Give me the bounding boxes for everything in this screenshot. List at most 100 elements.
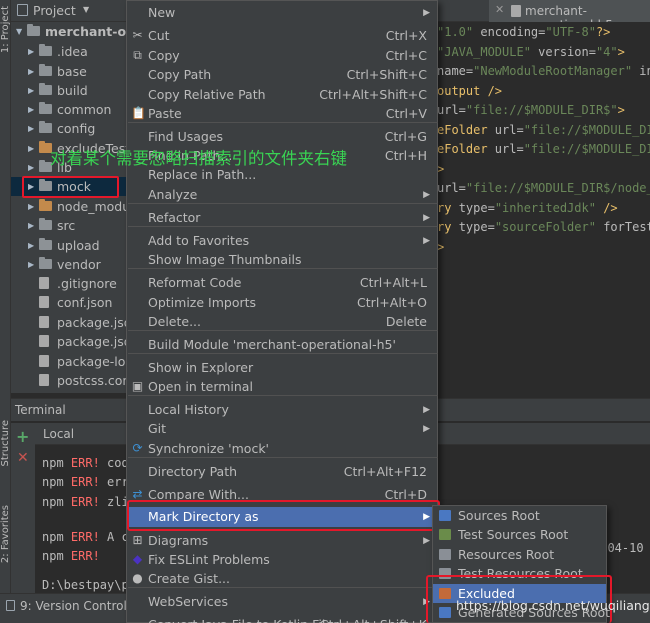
menu-item-new[interactable]: New ▶ bbox=[127, 3, 437, 23]
tree-row[interactable]: ▶ common bbox=[11, 100, 127, 119]
chevron-right-icon[interactable]: ▶ bbox=[28, 81, 34, 100]
tree-row-label: build bbox=[57, 83, 88, 98]
tree-row[interactable]: package.json bbox=[11, 332, 127, 351]
terminal-token: npm bbox=[42, 475, 71, 489]
menu-item-shortcut: Ctrl+Alt+Shift+K bbox=[320, 615, 427, 623]
code-line: > bbox=[437, 239, 444, 255]
code-token: "NewModuleRootManager" bbox=[473, 64, 633, 78]
menu-item-show-image-thumbnails[interactable]: Show Image Thumbnails bbox=[127, 250, 437, 270]
tree-row[interactable]: ▶ upload bbox=[11, 236, 127, 255]
chevron-right-icon[interactable]: ▶ bbox=[28, 62, 34, 81]
menu-item-label: Copy Path bbox=[148, 67, 212, 82]
terminal-icon: ▣ bbox=[131, 379, 144, 393]
menu-item-create-gist[interactable]: ● Create Gist... bbox=[127, 569, 437, 589]
menu-item-delete[interactable]: Delete... Delete bbox=[127, 312, 437, 332]
chevron-right-icon[interactable]: ▶ bbox=[28, 158, 34, 177]
menu-item-copy-path[interactable]: Copy Path Ctrl+Shift+C bbox=[127, 65, 437, 85]
submenu-item-resources-root[interactable]: Resources Root bbox=[433, 545, 606, 564]
chevron-right-icon[interactable]: ▶ bbox=[28, 255, 34, 274]
version-control-tab[interactable]: 9: Version Control bbox=[20, 599, 127, 613]
menu-item-copy-relative-path[interactable]: Copy Relative Path Ctrl+Alt+Shift+C bbox=[127, 85, 437, 105]
menu-item-copy[interactable]: ⧉ Copy Ctrl+C bbox=[127, 46, 437, 66]
menu-item-analyze[interactable]: Analyze ▶ bbox=[127, 185, 437, 205]
terminal-token: npm bbox=[42, 549, 71, 563]
terminal-line: D:\bestpay\pr bbox=[42, 578, 136, 592]
tree-row-label: postcss.config.js bbox=[57, 373, 127, 388]
menu-item-build-module-merchant-operational-h5[interactable]: Build Module 'merchant-operational-h5' bbox=[127, 335, 437, 355]
menu-item-label: Find Usages bbox=[148, 129, 224, 144]
chevron-down-icon[interactable]: ▼ bbox=[83, 5, 89, 14]
sync-icon: ⟳ bbox=[132, 441, 143, 455]
menu-item-directory-path[interactable]: Directory Path Ctrl+Alt+F12 bbox=[127, 462, 437, 482]
chevron-right-icon[interactable]: ▶ bbox=[28, 119, 34, 138]
tree-row[interactable]: ▶ config bbox=[11, 119, 127, 138]
code-token: ry bbox=[437, 200, 459, 215]
menu-item-local-history[interactable]: Local History ▶ bbox=[127, 400, 437, 420]
chevron-right-icon[interactable]: ▶ bbox=[28, 139, 34, 158]
file-icon bbox=[39, 374, 49, 386]
tree-row[interactable]: ▶ build bbox=[11, 81, 127, 100]
editor-tab[interactable]: ✕ merchant-operational-h5 bbox=[489, 0, 650, 32]
code-line: url="file://$MODULE_DIR$"> bbox=[437, 102, 625, 118]
menu-item-label: Optimize Imports bbox=[148, 295, 257, 310]
structure-tool-tab[interactable]: Structure bbox=[0, 420, 11, 467]
submenu-item-test-sources-root[interactable]: Test Sources Root bbox=[433, 525, 606, 544]
folder-icon bbox=[39, 83, 52, 95]
favorites-tool-tab[interactable]: 2: Favorites bbox=[0, 505, 11, 563]
tree-row[interactable]: ▼ merchant-operational-h5 bbox=[11, 22, 127, 41]
menu-item-synchronize-mock[interactable]: ⟳ Synchronize 'mock' bbox=[127, 439, 437, 459]
tree-row-label: package.json bbox=[57, 334, 127, 349]
menu-item-show-in-explorer[interactable]: Show in Explorer bbox=[127, 358, 437, 378]
close-icon[interactable]: ✕ bbox=[17, 450, 29, 466]
chevron-right-icon[interactable]: ▶ bbox=[28, 236, 34, 255]
code-token: url= bbox=[437, 181, 466, 195]
chevron-right-icon[interactable]: ▶ bbox=[28, 197, 34, 216]
close-icon[interactable]: ✕ bbox=[495, 3, 504, 16]
chevron-right-icon[interactable]: ▶ bbox=[28, 216, 34, 235]
menu-item-find-usages[interactable]: Find Usages Ctrl+G bbox=[127, 127, 437, 147]
submenu-item-sources-root[interactable]: Sources Root bbox=[433, 506, 606, 525]
menu-item-cut[interactable]: ✂ Cut Ctrl+X bbox=[127, 26, 437, 46]
file-icon bbox=[39, 316, 49, 328]
file-icon bbox=[511, 5, 521, 17]
scissors-icon: ✂ bbox=[132, 28, 143, 42]
chevron-right-icon[interactable]: ▶ bbox=[28, 42, 34, 61]
tree-row[interactable]: ▶ base bbox=[11, 62, 127, 81]
menu-item-open-in-terminal[interactable]: ▣ Open in terminal bbox=[127, 377, 437, 397]
tree-row[interactable]: postcss.config.js bbox=[11, 371, 127, 390]
menu-item-add-to-favorites[interactable]: Add to Favorites ▶ bbox=[127, 231, 437, 251]
menu-item-diagrams[interactable]: ⊞ Diagrams ▶ bbox=[127, 531, 437, 551]
tree-row-label: package-lock.json bbox=[57, 354, 127, 369]
code-token: "file://$MODULE_DIR$/node_mod bbox=[465, 181, 650, 195]
menu-item-paste[interactable]: 📋 Paste Ctrl+V bbox=[127, 104, 437, 124]
terminal-tab-local[interactable]: Local bbox=[43, 427, 74, 441]
code-line: ry type="sourceFolder" forTests= bbox=[437, 219, 650, 235]
tree-row[interactable]: ▶ src bbox=[11, 216, 127, 235]
tree-row-label: common bbox=[57, 102, 112, 117]
menu-item-fix-eslint-problems[interactable]: ◆ Fix ESLint Problems bbox=[127, 550, 437, 570]
menu-item-reformat-code[interactable]: Reformat Code Ctrl+Alt+L bbox=[127, 273, 437, 293]
tree-row[interactable]: package-lock.json bbox=[11, 352, 127, 371]
code-line: "JAVA_MODULE" version="4"> bbox=[437, 44, 625, 60]
code-token: name= bbox=[437, 64, 474, 78]
tree-row[interactable]: .gitignore bbox=[11, 274, 127, 293]
menu-item-webservices[interactable]: WebServices ▶ bbox=[127, 592, 437, 612]
project-panel-title[interactable]: Project bbox=[33, 3, 76, 18]
menu-item-refactor[interactable]: Refactor ▶ bbox=[127, 208, 437, 228]
tree-row[interactable]: ▶ vendor bbox=[11, 255, 127, 274]
chevron-right-icon[interactable]: ▶ bbox=[28, 100, 34, 119]
menu-item-git[interactable]: Git ▶ bbox=[127, 419, 437, 439]
add-icon[interactable]: + bbox=[16, 427, 29, 446]
code-token: > bbox=[617, 44, 625, 59]
tree-row[interactable]: package.json bbox=[11, 313, 127, 332]
project-tool-tab[interactable]: 1: Project bbox=[0, 6, 11, 53]
terminal-token: ERR! bbox=[70, 530, 100, 544]
tree-row[interactable]: ▶ .idea bbox=[11, 42, 127, 61]
tree-row[interactable]: ▶ node_modules bbox=[11, 197, 127, 216]
menu-item-optimize-imports[interactable]: Optimize Imports Ctrl+Alt+O bbox=[127, 293, 437, 313]
tree-row[interactable]: conf.json bbox=[11, 293, 127, 312]
tree-row-label: config bbox=[57, 121, 96, 136]
version-control-icon bbox=[6, 600, 15, 611]
menu-item-convert-java-file-to-kotlin-file[interactable]: Convert Java File to Kotlin FileCtrl+Alt… bbox=[127, 615, 437, 623]
chevron-down-icon[interactable]: ▼ bbox=[16, 22, 22, 41]
